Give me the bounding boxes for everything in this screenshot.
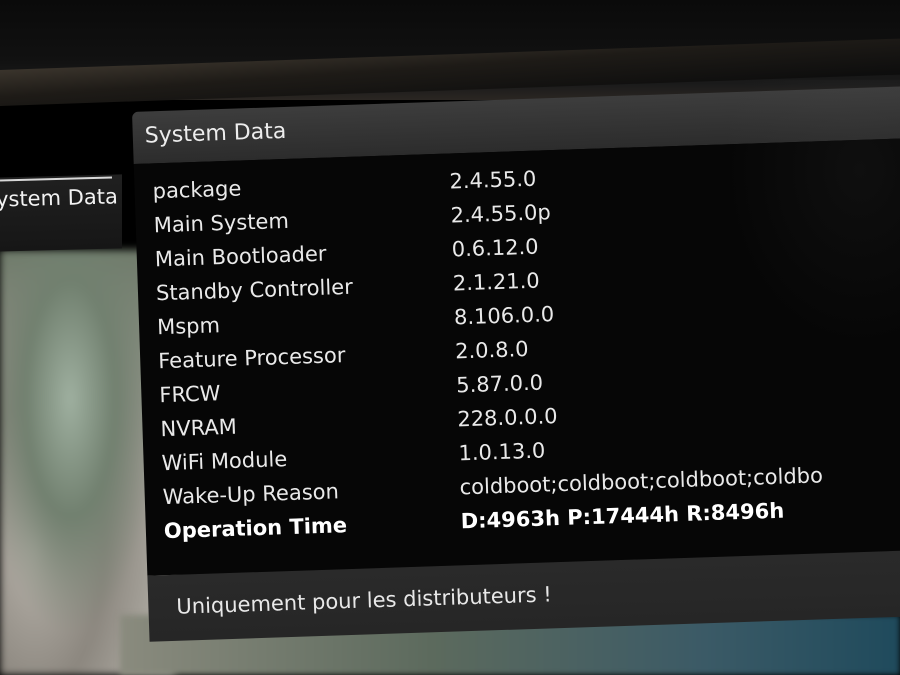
row-label: Main System xyxy=(153,208,290,238)
row-label: Standby Controller xyxy=(155,274,354,306)
row-value: 5.87.0.0 xyxy=(455,370,544,398)
row-label: Feature Processor xyxy=(157,343,346,374)
row-value: 1.0.13.0 xyxy=(458,438,546,466)
system-data-list: package 2.4.55.0 Main System 2.4.55.0p M… xyxy=(133,137,900,576)
row-value: 2.4.55.0 xyxy=(449,166,537,194)
row-label: WiFi Module xyxy=(161,447,288,476)
row-label: Mspm xyxy=(156,313,221,340)
row-value: 228.0.0.0 xyxy=(456,404,558,432)
row-label: package xyxy=(152,176,242,204)
row-label: FRCW xyxy=(159,381,221,408)
row-label: Operation Time xyxy=(163,513,348,544)
system-data-panel: System Data package 2.4.55.0 Main System… xyxy=(132,85,900,642)
row-value: 2.4.55.0p xyxy=(450,200,552,228)
row-value: 2.0.8.0 xyxy=(454,336,529,364)
row-value: 2.1.21.0 xyxy=(452,268,541,296)
row-value: 0.6.12.0 xyxy=(451,234,539,262)
left-menu-item-system-data[interactable]: ystem Data xyxy=(0,184,118,211)
row-value: 8.106.0.0 xyxy=(453,302,555,330)
row-label: Wake-Up Reason xyxy=(162,479,340,510)
tv-screen-photo: ystem Data System Data package 2.4.55.0 … xyxy=(0,0,900,675)
row-label: NVRAM xyxy=(160,414,238,442)
dealer-only-notice: Uniquement pour les distributeurs ! xyxy=(176,582,553,619)
panel-title: System Data xyxy=(144,118,287,149)
row-label: Main Bootloader xyxy=(154,241,327,272)
